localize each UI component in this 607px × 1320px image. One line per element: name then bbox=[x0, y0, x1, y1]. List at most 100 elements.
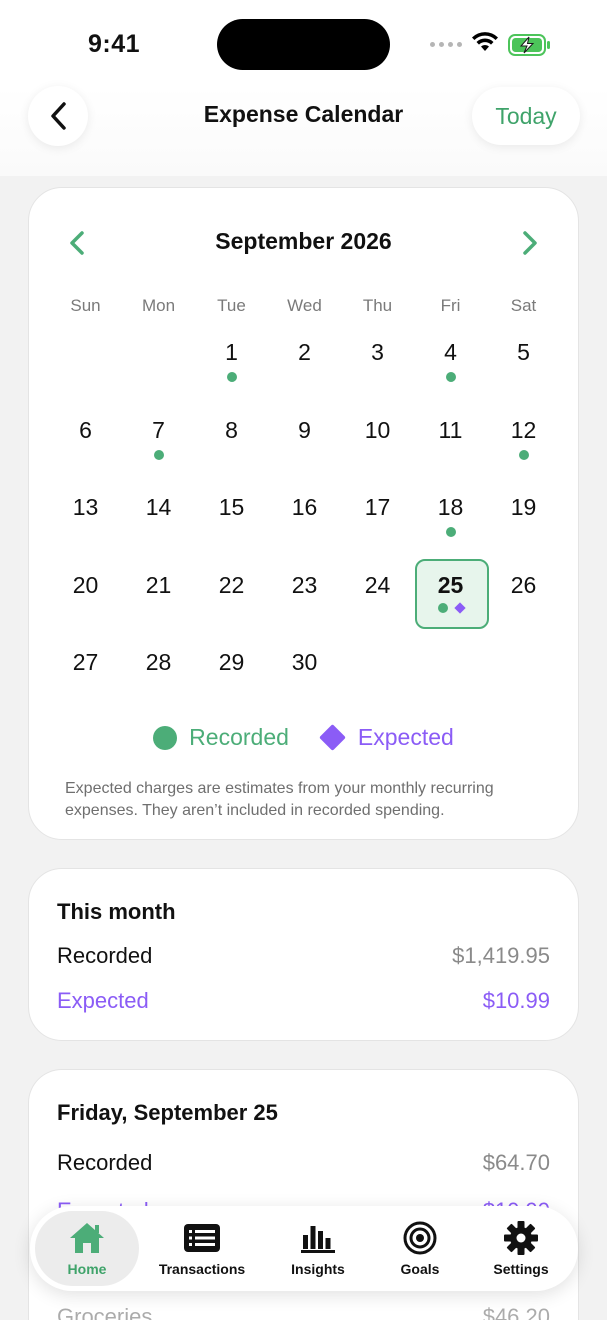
weekday-header: Sun Mon Tue Wed Thu Fri Sat bbox=[49, 296, 560, 316]
day-cell[interactable]: 13 bbox=[49, 481, 122, 559]
weekday-label: Thu bbox=[362, 296, 393, 315]
day-cell[interactable]: 4 bbox=[414, 326, 487, 404]
day-number: 21 bbox=[145, 571, 172, 598]
day-number: 27 bbox=[72, 649, 99, 675]
cellular-signal-icon bbox=[430, 42, 462, 47]
home-icon bbox=[68, 1221, 106, 1255]
tab-transactions-label: Transactions bbox=[158, 1260, 246, 1277]
day-number: 15 bbox=[218, 494, 245, 520]
day-number: 7 bbox=[152, 416, 165, 443]
recorded-dot-icon bbox=[437, 602, 448, 613]
gear-icon bbox=[503, 1220, 539, 1255]
expected-diamond-icon bbox=[453, 601, 466, 614]
dynamic-island bbox=[217, 19, 390, 70]
day-number: 9 bbox=[298, 416, 311, 443]
day-cell[interactable]: 19 bbox=[487, 481, 560, 559]
day-cell[interactable]: 18 bbox=[414, 481, 487, 559]
day-cell[interactable]: 7 bbox=[122, 404, 195, 482]
legend-recorded: Recorded bbox=[153, 724, 289, 751]
day-markers bbox=[122, 449, 195, 460]
day-cell[interactable]: 3 bbox=[341, 326, 414, 404]
day-cell[interactable]: 10 bbox=[341, 404, 414, 482]
day-number: 29 bbox=[218, 649, 245, 675]
weekday-label: Mon bbox=[141, 296, 176, 315]
day-cell[interactable]: 14 bbox=[122, 481, 195, 559]
day-cell[interactable]: 29 bbox=[195, 636, 268, 714]
day-number: 11 bbox=[438, 416, 463, 443]
day-number: 5 bbox=[517, 339, 530, 365]
day-cell[interactable]: 30 bbox=[268, 636, 341, 714]
bar-chart-icon bbox=[300, 1221, 336, 1255]
day-number: 17 bbox=[364, 494, 391, 520]
legend-recorded-label: Recorded bbox=[189, 724, 289, 750]
tab-goals-label: Goals bbox=[400, 1260, 440, 1277]
day-cell[interactable]: 26 bbox=[487, 559, 560, 637]
recorded-dot-icon bbox=[445, 372, 456, 382]
list-icon bbox=[183, 1221, 221, 1255]
battery-charging-icon bbox=[508, 34, 550, 56]
day-cell[interactable]: 12 bbox=[487, 404, 560, 482]
tab-goals[interactable]: Goals bbox=[380, 1206, 460, 1291]
day-number: 23 bbox=[291, 571, 318, 598]
day-number: 13 bbox=[72, 494, 99, 520]
day-number: 6 bbox=[79, 416, 92, 443]
expected-diamond-icon bbox=[318, 724, 346, 751]
month-summary-card: This month Recorded $1,419.95 Expected $… bbox=[28, 868, 579, 1041]
day-number: 10 bbox=[364, 416, 391, 443]
summary-recorded-row: Recorded $1,419.95 bbox=[57, 943, 550, 969]
day-number: 1 bbox=[225, 339, 238, 365]
transaction-row[interactable]: Groceries $46.20 bbox=[57, 1304, 550, 1320]
summary-recorded-value: $1,419.95 bbox=[452, 943, 550, 968]
day-cell[interactable]: 17 bbox=[341, 481, 414, 559]
recorded-dot-icon bbox=[518, 449, 529, 460]
summary-expected-label: Expected bbox=[57, 988, 149, 1013]
day-cell[interactable]: 6 bbox=[49, 404, 122, 482]
day-number: 20 bbox=[72, 571, 99, 598]
day-cell[interactable]: 15 bbox=[195, 481, 268, 559]
today-button[interactable]: Today bbox=[472, 87, 580, 145]
next-month-button[interactable] bbox=[520, 230, 540, 256]
day-number: 8 bbox=[225, 416, 238, 443]
day-number: 30 bbox=[291, 649, 318, 675]
wifi-icon bbox=[472, 32, 498, 51]
recorded-dot-icon bbox=[153, 449, 164, 460]
month-label: September 2026 bbox=[215, 228, 392, 254]
summary-recorded-label: Recorded bbox=[57, 943, 153, 968]
day-markers bbox=[487, 449, 560, 460]
expected-note: Expected charges are estimates from your… bbox=[65, 780, 494, 819]
status-bar: 9:41 bbox=[0, 0, 607, 86]
day-cell[interactable]: 9 bbox=[268, 404, 341, 482]
selected-day-cell[interactable]: 25 bbox=[414, 558, 489, 637]
day-cell[interactable]: 1 bbox=[195, 326, 268, 404]
day-number: 26 bbox=[510, 571, 537, 598]
day-detail-title: Friday, September 25 bbox=[57, 1100, 278, 1125]
summary-expected-row: Expected $10.99 bbox=[57, 988, 550, 1014]
day-cell[interactable]: 24 bbox=[341, 559, 414, 637]
day-cell[interactable]: 27 bbox=[49, 636, 122, 714]
day-cell[interactable]: 11 bbox=[414, 404, 487, 482]
day-recorded-row: Recorded $64.70 bbox=[57, 1150, 550, 1176]
tab-insights[interactable]: Insights bbox=[273, 1206, 363, 1291]
day-cell[interactable]: 5 bbox=[487, 326, 560, 404]
tab-settings[interactable]: Settings bbox=[478, 1206, 564, 1291]
weekday-label: Sun bbox=[70, 296, 101, 315]
day-number: 4 bbox=[444, 339, 457, 365]
day-cell[interactable]: 16 bbox=[268, 481, 341, 559]
day-cell[interactable]: 21 bbox=[122, 559, 195, 637]
tab-transactions[interactable]: Transactions bbox=[152, 1206, 252, 1291]
day-number: 22 bbox=[218, 571, 245, 598]
day-cell[interactable]: 20 bbox=[49, 559, 122, 637]
day-cell[interactable]: 22 bbox=[195, 559, 268, 637]
transaction-category: Groceries bbox=[57, 1304, 153, 1320]
empty-day-cell bbox=[122, 326, 195, 404]
recorded-dot-icon bbox=[153, 725, 178, 750]
day-cell[interactable]: 28 bbox=[122, 636, 195, 714]
day-cell[interactable]: 8 bbox=[195, 404, 268, 482]
tab-home[interactable]: Home bbox=[35, 1211, 139, 1286]
weekday-label: Tue bbox=[217, 296, 246, 315]
tab-settings-label: Settings bbox=[493, 1260, 549, 1277]
day-cell[interactable]: 23 bbox=[268, 559, 341, 637]
weekday-label: Fri bbox=[440, 296, 461, 315]
weekday-label: Wed bbox=[287, 296, 322, 315]
day-cell[interactable]: 2 bbox=[268, 326, 341, 404]
